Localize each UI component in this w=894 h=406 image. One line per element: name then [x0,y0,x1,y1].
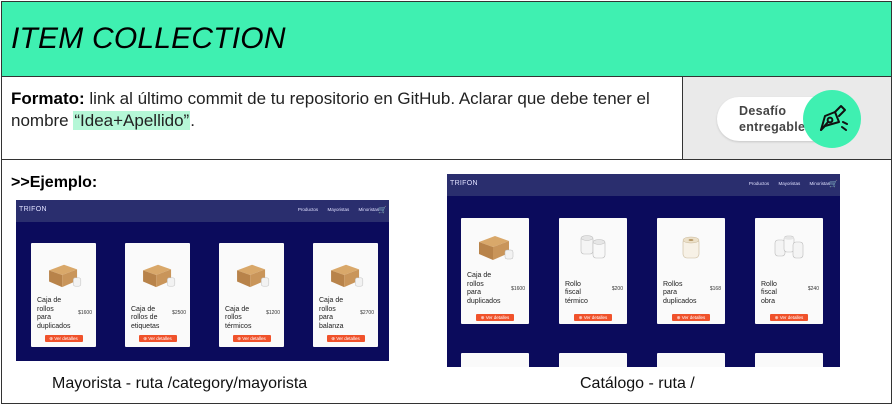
view-details-button[interactable]: ⊕ Ver detalles [138,335,177,342]
product-price: $1200 [266,310,280,316]
product-price: $2700 [360,310,374,316]
view-details-button[interactable]: ⊕ Ver detalles [770,314,808,321]
example-area: >>Ejemplo: TRIFON Productos Mayoristas M… [2,160,891,405]
paper-roll-product-icon [580,235,606,259]
view-details-button[interactable]: ⊕ Ver detalles [672,314,710,321]
view-details-button[interactable]: ⊕ Ver detalles [574,314,612,321]
view-details-button[interactable]: ⊕ Ver detalles [326,335,365,342]
page-title: ITEM COLLECTION [11,22,286,55]
format-highlight: “Idea+Apellido” [73,111,191,130]
product-card: Caja de rollos para duplicados $1600 ⊕ Ver de… [461,218,529,324]
pen-tool-icon [820,105,848,131]
product-name: Rollo fiscal térmico [565,280,588,305]
format-description: Formato: link al último commit de tu rep… [11,88,671,132]
box-product-icon [49,264,82,288]
shot-brand: TRIFON [19,206,47,213]
product-name: Caja de rollos para balanza [319,297,344,330]
shot-nav-links: Productos Mayoristas Minoristas [741,181,830,186]
shot-nav-links: Productos Mayoristas Minoristas [290,207,379,212]
header-banner: ITEM COLLECTION [2,2,891,77]
box-product-icon [331,264,364,288]
box-product-icon [143,264,176,288]
product-card-partial [755,353,823,367]
product-name: Caja de rollos para duplicados [467,272,501,305]
product-name: Rollo fiscal obra [761,280,777,305]
product-card: Rollos para duplicados $168 ⊕ Ver detalles [657,218,725,324]
badge-cell: Desafío entregable [682,77,891,159]
product-card-partial [657,353,725,367]
mayorista-screenshot: TRIFON Productos Mayoristas Minoristas 🛒… [16,200,389,361]
nav-productos[interactable]: Productos [749,181,769,186]
shot-brand: TRIFON [450,180,478,187]
product-name: Caja de rollos de etiquetas [131,305,160,330]
product-name: Caja de rollos para duplicados [37,297,71,330]
format-row: Formato: link al último commit de tu rep… [2,77,891,160]
product-card: Caja de rollos de etiquetas $2500 ⊕ Ver deta… [125,243,190,347]
nav-productos[interactable]: Productos [298,207,318,212]
product-card: Caja de rollos térmicos $1200 ⊕ Ver detalles [219,243,284,347]
view-details-button[interactable]: ⊕ Ver detalles [44,335,83,342]
view-details-button[interactable]: ⊕ Ver detalles [476,314,514,321]
product-card-partial [461,353,529,367]
product-price: $168 [709,286,721,292]
product-name: Rollos para duplicados [663,280,697,305]
product-price: $1600 [511,286,525,292]
nav-minoristas[interactable]: Minoristas [809,181,830,186]
paper-roll-product-icon [682,236,700,259]
cart-icon[interactable]: 🛒 [378,206,387,214]
box-product-icon [479,236,514,260]
product-card: Caja de rollos para duplicados $1600 ⊕ Ver de… [31,243,96,347]
format-label: Formato: [11,89,85,108]
catalogo-screenshot: TRIFON Productos Mayoristas Minoristas 🛒… [447,174,840,367]
product-card: Rollo fiscal térmico $200 ⊕ Ver detalles [559,218,627,324]
nav-mayoristas[interactable]: Mayoristas [327,207,349,212]
slide-frame: ITEM COLLECTION Formato: link al último … [1,1,892,404]
paper-roll-product-icon [774,235,804,259]
box-product-icon [237,264,270,288]
product-price: $200 [611,286,623,292]
product-price: $1600 [78,310,92,316]
nav-mayoristas[interactable]: Mayoristas [778,181,800,186]
product-card: Caja de rollos para balanza $2700 ⊕ Ver detal… [313,243,378,347]
catalogo-caption: Catálogo - ruta / [580,375,695,392]
badge-line-1: Desafío [739,104,787,118]
shot-navbar: TRIFON Productos Mayoristas Minoristas 🛒 [16,200,389,222]
badge-circle [803,90,861,148]
product-price: $2500 [172,310,186,316]
shot-navbar: TRIFON Productos Mayoristas Minoristas 🛒 [447,174,840,196]
example-label: >>Ejemplo: [11,174,98,191]
product-card: Rollo fiscal obra $240 ⊕ Ver detalles [755,218,823,324]
product-name: Caja de rollos térmicos [225,305,252,330]
view-details-button[interactable]: ⊕ Ver detalles [232,335,271,342]
nav-minoristas[interactable]: Minoristas [358,207,379,212]
mayorista-caption: Mayorista - ruta /category/mayorista [52,375,308,392]
cart-icon[interactable]: 🛒 [829,180,838,188]
badge-line-2: entregable [739,120,806,134]
product-price: $240 [807,286,819,292]
format-tail: . [190,111,195,130]
product-card-partial [559,353,627,367]
badge-text: Desafío entregable [739,103,805,135]
